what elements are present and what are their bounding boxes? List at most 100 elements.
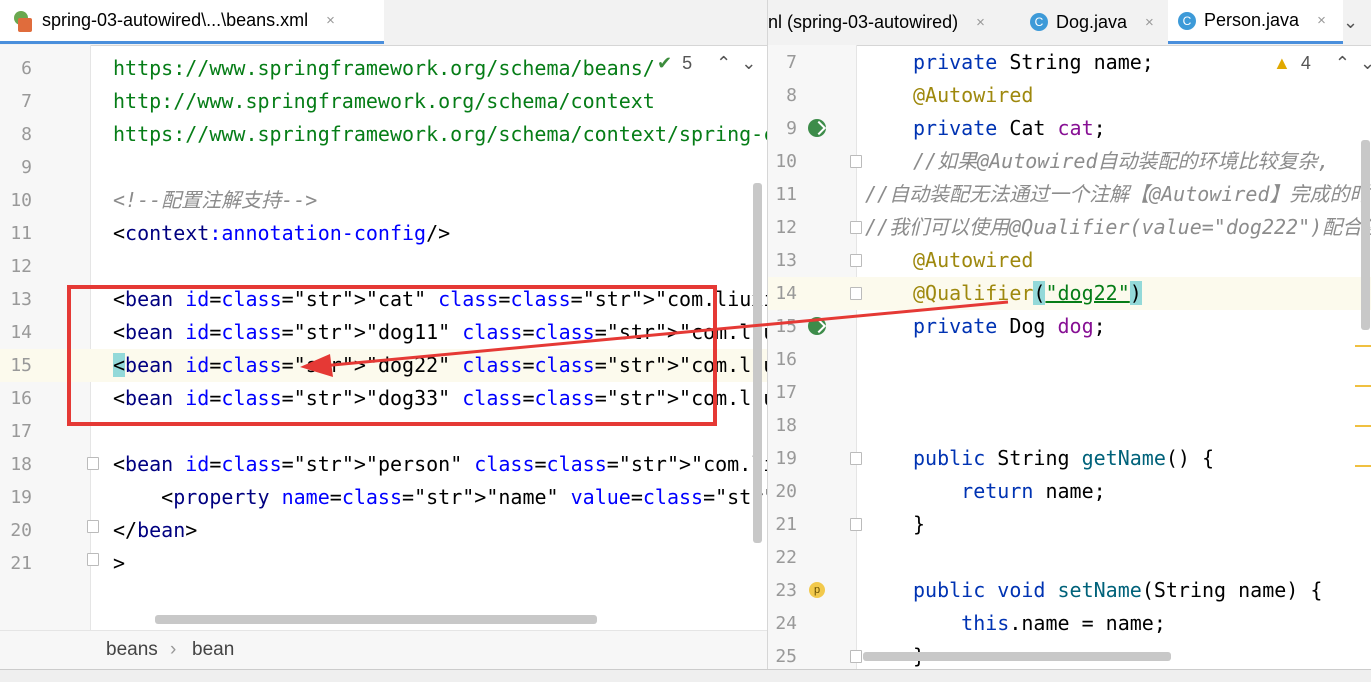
fold-icon[interactable] bbox=[850, 155, 862, 168]
code-text: https://www.springframework.org/schema/b… bbox=[113, 56, 655, 80]
line-number: 23 bbox=[775, 580, 797, 601]
warning-stripe-mark[interactable] bbox=[1355, 385, 1371, 387]
close-icon[interactable]: × bbox=[1145, 14, 1154, 31]
fold-icon[interactable] bbox=[87, 457, 99, 470]
fold-icon[interactable] bbox=[87, 520, 99, 533]
line-number: 14 bbox=[10, 322, 32, 343]
code-line[interactable]: 7 private String name; bbox=[768, 46, 1371, 79]
line-number: 21 bbox=[775, 514, 797, 535]
code-text: //自动装配无法通过一个注解【@Autowired】完成的时候 bbox=[865, 182, 1371, 206]
tab-person-java-label: Person.java bbox=[1204, 10, 1300, 30]
line-number: 19 bbox=[775, 448, 797, 469]
tab-beans-xml-label: spring-03-autowired\...\beans.xml bbox=[42, 10, 309, 30]
code-line[interactable]: 18 <bean id=class="str">"person" class=cl… bbox=[0, 448, 767, 481]
close-icon[interactable]: × bbox=[1317, 12, 1326, 29]
code-line[interactable]: 8 https://www.springframework.org/schema/… bbox=[0, 118, 767, 151]
fold-icon[interactable] bbox=[850, 254, 862, 267]
line-number: 20 bbox=[775, 481, 797, 502]
code-line[interactable]: 24 this.name = name; bbox=[768, 607, 1371, 640]
java-editor-pane: nl (spring-03-autowired) × C Dog.java × … bbox=[768, 0, 1371, 682]
code-text: @Qualifier("dog22") bbox=[913, 281, 1142, 305]
code-line[interactable]: 17 bbox=[768, 376, 1371, 409]
code-line[interactable]: 7 http://www.springframework.org/schema/c… bbox=[0, 85, 767, 118]
code-text: } bbox=[913, 512, 926, 536]
code-text: //我们可以使用@Qualifier(value="dog222")配合使 bbox=[865, 215, 1371, 239]
spring-bean-icon[interactable] bbox=[808, 119, 826, 137]
right-vertical-scrollbar[interactable] bbox=[1361, 140, 1370, 330]
code-line[interactable]: 16 bbox=[768, 343, 1371, 376]
code-line[interactable]: 11 //自动装配无法通过一个注解【@Autowired】完成的时候 bbox=[768, 178, 1371, 211]
xml-file-icon bbox=[12, 10, 34, 32]
fold-icon[interactable] bbox=[850, 518, 862, 531]
fold-icon[interactable] bbox=[850, 287, 862, 300]
line-number: 15 bbox=[775, 316, 797, 337]
code-line[interactable]: 12 bbox=[0, 250, 767, 283]
fold-icon[interactable] bbox=[87, 553, 99, 566]
tab-dog-java[interactable]: C Dog.java × bbox=[1030, 0, 1165, 44]
fold-icon[interactable] bbox=[850, 452, 862, 465]
warning-stripe-mark[interactable] bbox=[1355, 345, 1371, 347]
tab-person-java[interactable]: C Person.java × bbox=[1168, 0, 1343, 44]
close-icon[interactable]: × bbox=[326, 12, 335, 29]
right-horizontal-scrollbar[interactable] bbox=[863, 652, 1171, 661]
line-number: 16 bbox=[775, 349, 797, 370]
fold-icon[interactable] bbox=[850, 650, 862, 663]
tab-beans-xml-module[interactable]: nl (spring-03-autowired) × bbox=[768, 0, 1018, 44]
code-line[interactable]: 18 bbox=[768, 409, 1371, 442]
annotation-highlight-box bbox=[67, 285, 717, 426]
left-horizontal-scrollbar[interactable] bbox=[155, 615, 597, 624]
code-line[interactable]: 15 private Dog dog; bbox=[768, 310, 1371, 343]
fold-icon[interactable] bbox=[850, 221, 862, 234]
line-number: 13 bbox=[10, 289, 32, 310]
code-line[interactable]: 9 private Cat cat; bbox=[768, 112, 1371, 145]
code-line[interactable]: 23 public void setName(String name) { bbox=[768, 574, 1371, 607]
line-number: 6 bbox=[21, 58, 32, 79]
code-line[interactable]: 22 bbox=[768, 541, 1371, 574]
line-number: 9 bbox=[786, 118, 797, 139]
line-number: 13 bbox=[775, 250, 797, 271]
close-icon[interactable]: × bbox=[976, 14, 985, 31]
code-line[interactable]: 11 <context:annotation-config/> bbox=[0, 217, 767, 250]
code-text: return name; bbox=[961, 479, 1106, 503]
code-text: <property name=class="str">"name" value=… bbox=[113, 485, 767, 509]
line-number: 12 bbox=[775, 217, 797, 238]
line-number: 17 bbox=[775, 382, 797, 403]
code-line[interactable]: 20 </bean> bbox=[0, 514, 767, 547]
spring-bean-icon[interactable] bbox=[808, 317, 826, 335]
code-line[interactable]: 9 bbox=[0, 151, 767, 184]
left-vertical-scrollbar[interactable] bbox=[753, 183, 762, 543]
property-marker-icon[interactable]: p bbox=[809, 582, 825, 598]
code-line[interactable]: 19 <property name=class="str">"name" val… bbox=[0, 481, 767, 514]
line-number: 18 bbox=[10, 454, 32, 475]
chevron-down-icon: ⌄ bbox=[1343, 11, 1359, 32]
code-text: <context:annotation-config/> bbox=[113, 221, 451, 245]
code-text: <bean id=class="str">"person" class=clas… bbox=[113, 452, 767, 476]
line-number: 18 bbox=[775, 415, 797, 436]
code-text: public String getName() { bbox=[913, 446, 1215, 470]
code-text: private Cat cat; bbox=[913, 116, 1106, 140]
code-line[interactable]: 6 https://www.springframework.org/schema/… bbox=[0, 52, 767, 85]
code-line[interactable]: 20 return name; bbox=[768, 475, 1371, 508]
code-text: private Dog dog; bbox=[913, 314, 1106, 338]
code-text: http://www.springframework.org/schema/co… bbox=[113, 89, 655, 113]
code-line[interactable]: 8 @Autowired bbox=[768, 79, 1371, 112]
warning-stripe-mark[interactable] bbox=[1355, 465, 1371, 467]
code-text: @Autowired bbox=[913, 83, 1034, 107]
line-number: 15 bbox=[10, 355, 32, 376]
code-text: public void setName(String name) { bbox=[913, 578, 1323, 602]
tab-beans-xml[interactable]: spring-03-autowired\...\beans.xml × bbox=[0, 0, 384, 44]
line-number: 8 bbox=[786, 85, 797, 106]
code-text: this.name = name; bbox=[961, 611, 1166, 635]
tab-overflow-button[interactable]: ⌄ bbox=[1343, 0, 1367, 44]
line-number: 22 bbox=[775, 547, 797, 568]
line-number: 20 bbox=[10, 520, 32, 541]
breadcrumb-bean[interactable]: bean bbox=[192, 639, 234, 661]
breadcrumb-beans[interactable]: beans bbox=[106, 639, 158, 661]
code-line[interactable]: 21 > bbox=[0, 547, 767, 580]
code-text: //如果@Autowired自动装配的环境比较复杂, bbox=[913, 149, 1330, 173]
status-bar bbox=[0, 669, 1371, 682]
code-line[interactable]: 10 <!--配置注解支持--> bbox=[0, 184, 767, 217]
line-number: 19 bbox=[10, 487, 32, 508]
warning-stripe-mark[interactable] bbox=[1355, 425, 1371, 427]
line-number: 11 bbox=[10, 223, 32, 244]
